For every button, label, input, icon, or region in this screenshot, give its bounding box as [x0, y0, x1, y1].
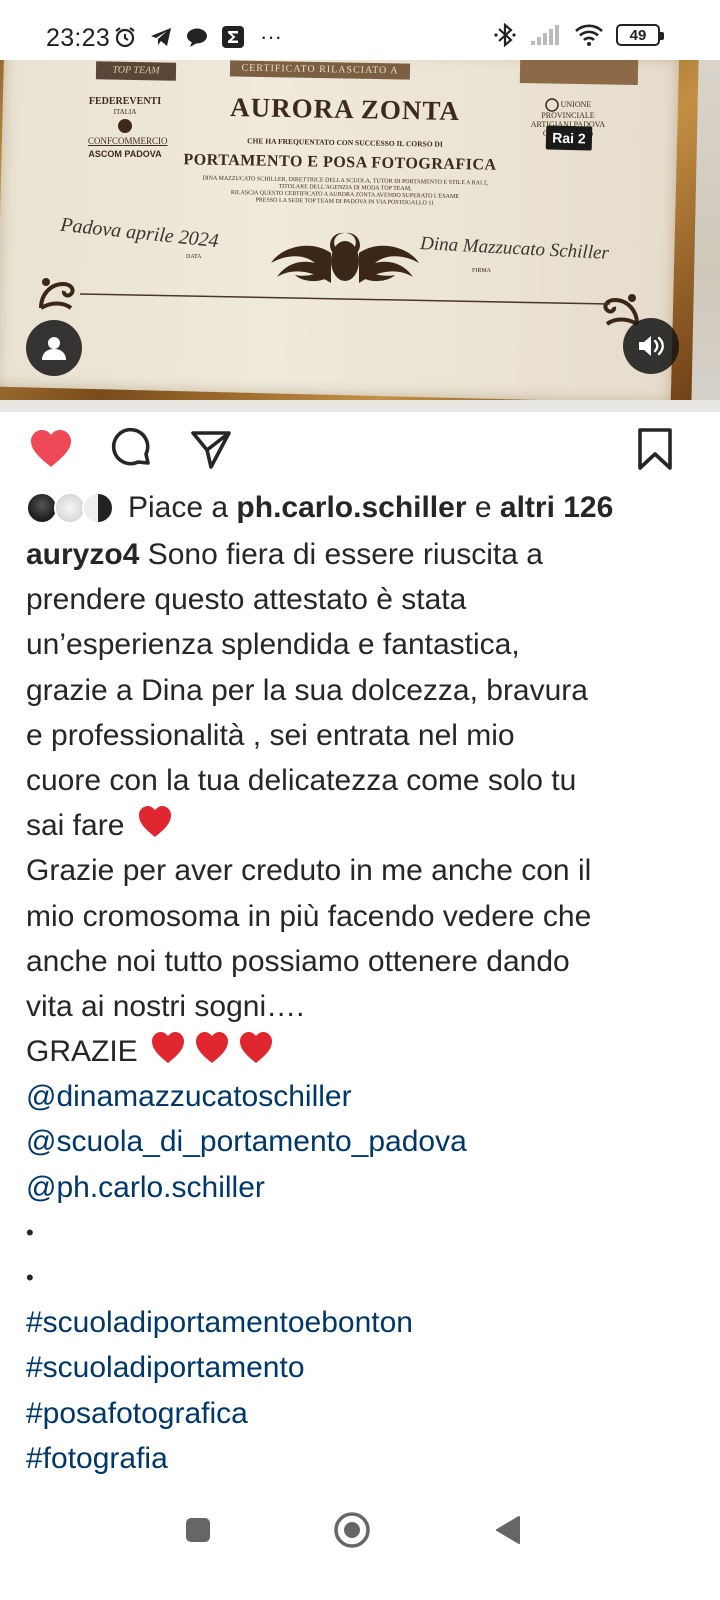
caption-line: Grazie per aver creduto in me anche con … — [26, 854, 592, 888]
speaker-icon — [639, 336, 664, 356]
system-icons: 49 — [492, 22, 664, 48]
caption-line: vita ai nostri sogni…. — [26, 989, 305, 1023]
red-heart-emoji-icon — [137, 805, 173, 841]
caption-line: anche noi tutto possiamo ottenere dando — [26, 944, 570, 978]
frame-edge — [0, 400, 720, 412]
avatar — [82, 492, 114, 524]
tagged-users-button[interactable] — [26, 320, 82, 376]
post-caption: auryzo4 Sono fiera di essere riuscita a … — [26, 532, 696, 1481]
caption-line: grazie a Dina per la sua dolcezza, bravu… — [26, 673, 588, 707]
post-action-bar — [0, 412, 720, 482]
post-photo[interactable]: TOP TEAM CERTIFICATO RILASCIATO A FEDERE… — [0, 60, 720, 412]
certificate-body: DINA MAZZUCATO SCHILLER, DIRETTRICE DELL… — [202, 175, 489, 207]
certificate-header: CERTIFICATO RILASCIATO A — [229, 60, 411, 80]
telegram-icon — [148, 24, 174, 50]
alarm-icon — [112, 24, 138, 50]
certificate-name: AURORA ZONTA — [229, 91, 461, 127]
bookmark-icon — [638, 428, 672, 470]
back-button[interactable] — [486, 1508, 530, 1552]
caption-line: sai fare — [26, 803, 696, 848]
red-heart-emoji-icon — [194, 1031, 230, 1067]
hashtag-link[interactable]: #fotografia — [26, 1436, 696, 1481]
red-heart-emoji-icon — [238, 1031, 274, 1067]
square-icon — [186, 1518, 210, 1542]
liker-username[interactable]: ph.carlo.schiller — [236, 491, 466, 524]
liker-avatars — [26, 492, 118, 524]
signal-icon — [530, 22, 562, 48]
caption-line: prendere questo attestato è stata — [26, 583, 467, 617]
status-time: 23:23 — [46, 24, 111, 52]
comment-button[interactable] — [108, 426, 154, 472]
circle-home-icon — [334, 1512, 370, 1548]
red-heart-emoji-icon — [150, 1031, 186, 1067]
home-button[interactable] — [330, 1508, 374, 1552]
hashtag-link[interactable]: #scuoladiportamento — [26, 1345, 696, 1390]
share-button[interactable] — [188, 426, 234, 472]
comment-bubble-icon — [111, 427, 150, 466]
sigma-app-icon — [220, 24, 246, 50]
bullet-dot: • — [26, 1219, 34, 1245]
caption-line: e professionalità , sei entrata nel mio — [26, 718, 515, 752]
mention-link[interactable]: @ph.carlo.schiller — [26, 1165, 696, 1210]
likes-text: Piace a ph.carlo.schiller e altri 126 — [128, 491, 614, 524]
likes-count[interactable]: altri 126 — [500, 491, 613, 524]
chat-bubble-icon — [184, 24, 210, 50]
top-team-badge: TOP TEAM — [95, 61, 177, 81]
corner-ornament-left — [39, 278, 75, 310]
rai2-logo: Rai 2 — [545, 125, 593, 151]
wifi-icon — [574, 22, 604, 48]
date-label: DATA — [186, 254, 202, 260]
more-notifications: ··· — [260, 24, 282, 49]
likes-summary[interactable]: Piace a ph.carlo.schiller e altri 126 — [26, 488, 706, 528]
bullet-dot: • — [26, 1265, 34, 1290]
caption-line: un’esperienza splendida e fantastica, — [26, 628, 520, 662]
recents-button[interactable] — [176, 1508, 220, 1552]
central-ornament — [271, 232, 419, 283]
battery-indicator: 49 — [616, 24, 664, 46]
certificate-corner-decoration — [519, 60, 639, 86]
mention-link[interactable]: @scuola_di_portamento_padova — [26, 1119, 696, 1164]
save-button[interactable] — [632, 426, 678, 472]
system-navigation-bar — [0, 1490, 720, 1570]
divider-line — [80, 293, 611, 305]
sound-toggle-button[interactable] — [623, 318, 679, 374]
hashtag-link[interactable]: #scuoladiportamentoebonton — [26, 1300, 696, 1345]
back-triangle-icon — [496, 1516, 520, 1544]
signature-label: FIRMA — [472, 268, 492, 274]
user-icon — [42, 337, 66, 360]
federeventi-logo: FEDEREVENTI ITALIA CONFCOMMERCIO ASCOM P… — [88, 96, 168, 160]
caption-line: mio cromosoma in più facendo vedere che — [26, 899, 592, 933]
hashtag-link[interactable]: #posafotografica — [26, 1391, 696, 1436]
mention-link[interactable]: @dinamazzucatoschiller — [26, 1074, 696, 1119]
caption-line: GRAZIE — [26, 1029, 696, 1074]
paper-plane-icon — [191, 431, 231, 469]
bluetooth-icon — [492, 22, 518, 48]
like-button[interactable] — [28, 426, 74, 472]
caption-line: auryzo4 Sono fiera di essere riuscita a — [26, 538, 543, 571]
post-username[interactable]: auryzo4 — [26, 538, 139, 571]
caption-line: cuore con la tua delicatezza come solo t… — [26, 763, 577, 797]
notification-icons: ··· — [112, 24, 286, 50]
heart-filled-icon — [31, 430, 71, 467]
